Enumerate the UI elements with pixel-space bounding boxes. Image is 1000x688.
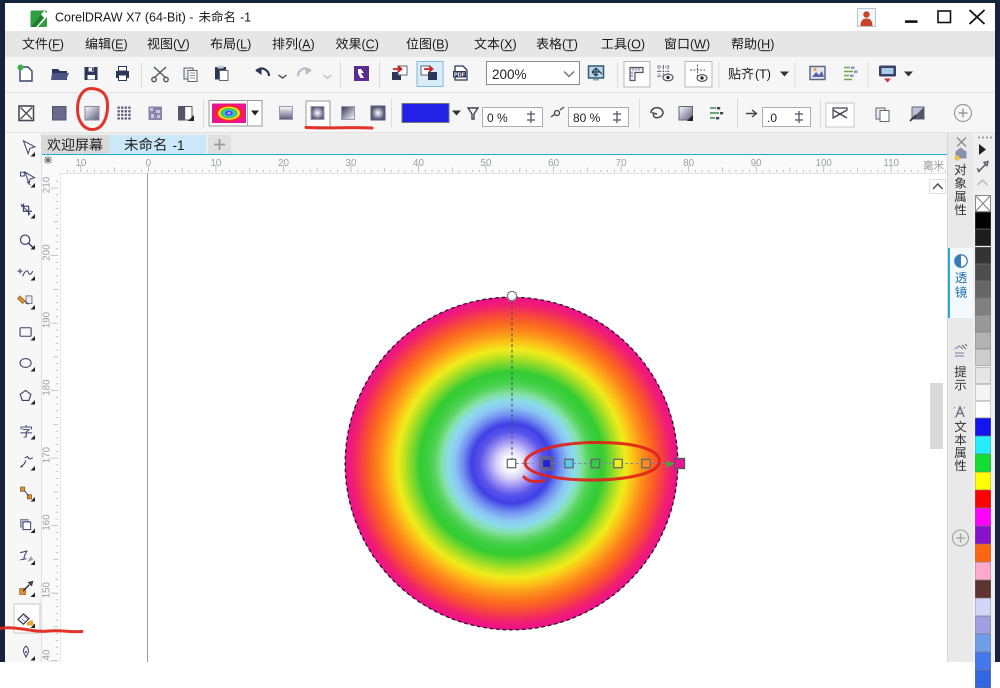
svg-text:-1: -1 (173, 138, 185, 153)
svg-text:0 %: 0 % (487, 111, 508, 125)
svg-text:80 %: 80 % (573, 111, 601, 125)
svg-text:140: 140 (42, 649, 53, 662)
svg-text:(O): (O) (627, 38, 645, 52)
svg-text:(H): (H) (757, 38, 774, 52)
svg-text:(E): (E) (111, 38, 128, 52)
svg-text:(C): (C) (362, 38, 379, 52)
svg-text:-1: -1 (240, 11, 251, 25)
svg-text:170: 170 (42, 446, 53, 463)
svg-text:160: 160 (42, 514, 53, 531)
svg-text:210: 210 (42, 176, 53, 193)
svg-text:(V): (V) (173, 38, 190, 52)
svg-text:.0: .0 (767, 111, 777, 125)
svg-text:(F): (F) (48, 38, 64, 52)
svg-text:200: 200 (42, 244, 53, 261)
svg-text:200%: 200% (492, 67, 527, 82)
svg-text:(W): (W) (690, 38, 710, 52)
svg-text:(T): (T) (755, 68, 771, 82)
svg-text:(B): (B) (432, 38, 449, 52)
svg-text:190: 190 (42, 311, 53, 328)
svg-text:(L): (L) (236, 38, 251, 52)
svg-text:180: 180 (42, 379, 53, 396)
svg-text:CorelDRAW X7 (64-Bit) -: CorelDRAW X7 (64-Bit) - (55, 11, 193, 25)
svg-text:(A): (A) (298, 38, 315, 52)
svg-text:(X): (X) (500, 38, 517, 52)
svg-text:150: 150 (42, 581, 53, 598)
svg-text:PDF: PDF (454, 73, 466, 79)
svg-text:(T): (T) (562, 38, 578, 52)
